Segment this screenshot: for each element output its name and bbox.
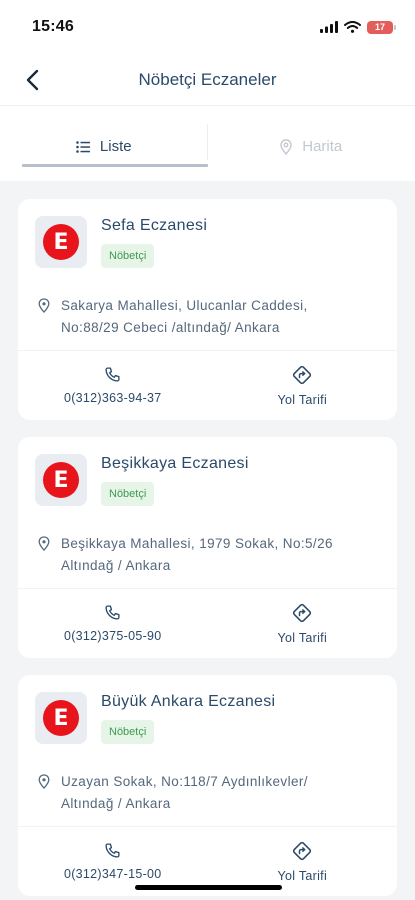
address-line-2: Altındağ / Ankara — [61, 796, 171, 811]
view-tabs: Liste Harita — [0, 106, 415, 181]
location-pin-icon — [38, 774, 50, 789]
phone-icon — [105, 843, 120, 858]
battery-level: 17 — [374, 22, 385, 32]
directions-button[interactable]: Yol Tarifi — [208, 351, 398, 420]
phone-number: 0(312)363-94-37 — [63, 391, 162, 405]
directions-icon — [293, 603, 312, 622]
address-line-1: Uzayan Sokak, No:118/7 Aydınlıkevler/ — [61, 774, 308, 789]
on-duty-badge: Nöbetçi — [101, 244, 155, 268]
pharmacy-address: Beşikkaya Mahallesi, 1979 Sokak, No:5/26… — [61, 533, 333, 588]
home-indicator[interactable] — [135, 885, 282, 890]
directions-label: Yol Tarifi — [277, 868, 328, 883]
call-button[interactable]: 0(312)363-94-37 — [18, 351, 208, 420]
address-line-1: Sakarya Mahallesi, Ulucanlar Caddesi, — [61, 298, 308, 313]
tab-harita-label: Harita — [302, 138, 343, 155]
card-header: E Sefa Eczanesi Nöbetçi — [18, 199, 397, 295]
pharmacy-card: E Beşikkaya Eczanesi Nöbetçi Beşikkaya M… — [18, 437, 397, 658]
location-pin-icon — [38, 536, 50, 551]
pharmacy-logo: E — [35, 692, 87, 744]
card-header-info: Sefa Eczanesi Nöbetçi — [101, 216, 207, 295]
directions-label: Yol Tarifi — [277, 630, 328, 645]
address-row: Sakarya Mahallesi, Ulucanlar Caddesi, No… — [18, 295, 397, 350]
address-row: Uzayan Sokak, No:118/7 Aydınlıkevler/ Al… — [18, 771, 397, 826]
pharmacy-name: Sefa Eczanesi — [101, 217, 208, 234]
phone-icon — [105, 367, 120, 382]
tab-harita[interactable]: Harita — [208, 124, 415, 170]
pharmacy-list: E Sefa Eczanesi Nöbetçi Sakarya Mahalles… — [0, 181, 415, 896]
map-pin-icon — [280, 138, 292, 155]
address-row: Beşikkaya Mahallesi, 1979 Sokak, No:5/26… — [18, 533, 397, 588]
card-actions: 0(312)363-94-37 Yol Tarifi — [18, 350, 397, 420]
on-duty-badge: Nöbetçi — [101, 720, 155, 744]
card-header-info: Beşikkaya Eczanesi Nöbetçi — [101, 454, 249, 533]
pharmacy-card: E Sefa Eczanesi Nöbetçi Sakarya Mahalles… — [18, 199, 397, 420]
phone-number: 0(312)347-15-00 — [63, 867, 162, 881]
address-line-1: Beşikkaya Mahallesi, 1979 Sokak, No:5/26 — [61, 536, 333, 551]
chevron-left-icon — [26, 69, 39, 91]
phone-icon — [105, 605, 120, 620]
eczane-logo-icon: E — [43, 224, 79, 260]
phone-number: 0(312)375-05-90 — [63, 629, 162, 643]
signal-icon — [320, 21, 338, 33]
eczane-logo-icon: E — [43, 462, 79, 498]
on-duty-badge: Nöbetçi — [101, 482, 155, 506]
page-title: Nöbetçi Eczaneler — [138, 69, 277, 89]
status-time: 15:46 — [32, 18, 74, 35]
call-button[interactable]: 0(312)375-05-90 — [18, 589, 208, 658]
pharmacy-logo: E — [35, 454, 87, 506]
card-header: E Büyük Ankara Eczanesi Nöbetçi — [18, 675, 397, 771]
directions-label: Yol Tarifi — [277, 392, 328, 407]
card-header-info: Büyük Ankara Eczanesi Nöbetçi — [101, 692, 275, 771]
pharmacy-name: Büyük Ankara Eczanesi — [101, 693, 276, 710]
card-header: E Beşikkaya Eczanesi Nöbetçi — [18, 437, 397, 533]
back-button[interactable] — [18, 66, 46, 94]
tab-divider — [207, 124, 208, 160]
directions-button[interactable]: Yol Tarifi — [208, 589, 398, 658]
status-bar: 15:46 17 — [0, 0, 415, 54]
wifi-icon — [344, 21, 361, 33]
directions-icon — [293, 365, 312, 384]
location-pin-icon — [38, 298, 50, 313]
pharmacy-logo: E — [35, 216, 87, 268]
directions-icon — [293, 841, 312, 860]
pharmacy-address: Uzayan Sokak, No:118/7 Aydınlıkevler/ Al… — [61, 771, 308, 826]
list-icon — [76, 140, 90, 153]
active-tab-indicator — [22, 164, 208, 167]
address-line-2: Altındağ / Ankara — [61, 558, 171, 573]
tab-liste[interactable]: Liste — [0, 124, 208, 170]
pharmacy-name: Beşikkaya Eczanesi — [101, 455, 249, 472]
top-area: 15:46 17 Nöbetçi Eczaneler Liste Harita — [0, 0, 415, 181]
address-line-2: No:88/29 Cebeci /altındağ/ Ankara — [61, 320, 280, 335]
pharmacy-address: Sakarya Mahallesi, Ulucanlar Caddesi, No… — [61, 295, 308, 350]
nav-bar: Nöbetçi Eczaneler — [0, 54, 415, 106]
pharmacy-card: E Büyük Ankara Eczanesi Nöbetçi Uzayan S… — [18, 675, 397, 896]
eczane-logo-icon: E — [43, 700, 79, 736]
card-actions: 0(312)375-05-90 Yol Tarifi — [18, 588, 397, 658]
status-icons: 17 — [320, 20, 396, 34]
tab-liste-label: Liste — [99, 138, 132, 155]
battery-icon: 17 — [367, 20, 396, 34]
